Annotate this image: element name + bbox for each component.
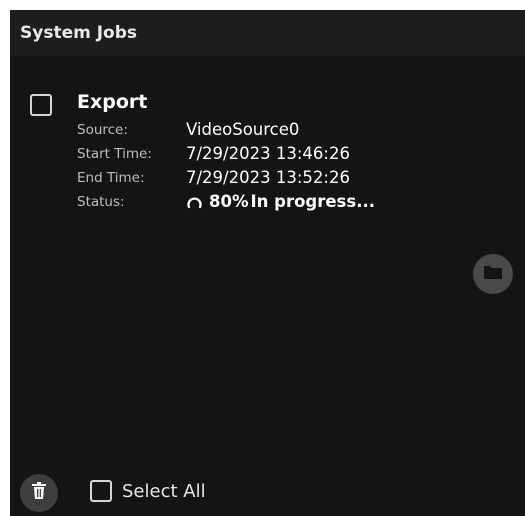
system-jobs-panel: System Jobs Export Source: VideoSource0 … [10, 10, 525, 516]
job-title: Export [77, 91, 148, 113]
status-value: 80% In progress... [186, 192, 375, 211]
source-value: VideoSource0 [186, 120, 300, 139]
start-time-label: Start Time: [77, 146, 152, 162]
select-all-checkbox[interactable] [90, 480, 112, 502]
job-select-checkbox[interactable] [30, 94, 52, 116]
end-time-value: 7/29/2023 13:52:26 [186, 168, 350, 187]
select-all-label: Select All [122, 480, 206, 502]
source-label: Source: [77, 122, 128, 138]
status-text: In progress... [250, 192, 376, 211]
spinner-icon [186, 193, 203, 210]
delete-jobs-button[interactable] [20, 474, 58, 512]
panel-footer: Select All [10, 470, 525, 516]
status-label: Status: [77, 194, 125, 210]
folder-icon [482, 263, 504, 285]
open-folder-button[interactable] [473, 254, 513, 294]
end-time-label: End Time: [77, 170, 145, 186]
status-percent: 80% [209, 192, 249, 211]
panel-header: System Jobs [10, 10, 525, 56]
panel-title: System Jobs [20, 23, 138, 43]
trash-icon [30, 481, 48, 505]
select-all-control[interactable]: Select All [90, 480, 206, 502]
start-time-value: 7/29/2023 13:46:26 [186, 144, 350, 163]
